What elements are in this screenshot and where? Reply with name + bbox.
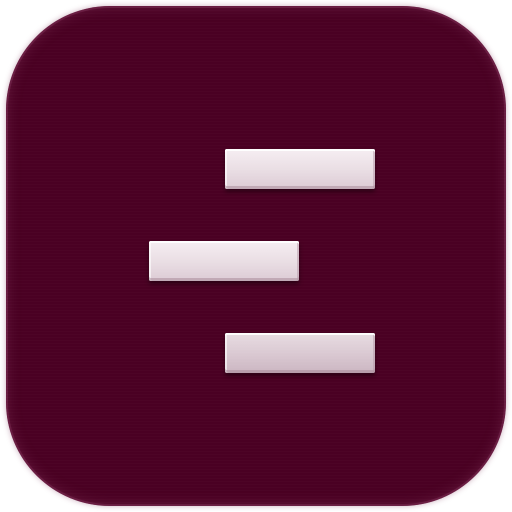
bar-bottom [225, 333, 375, 373]
bar-middle [149, 241, 299, 281]
bar-top [225, 149, 375, 189]
timeline-bars-icon[interactable] [6, 6, 506, 506]
icon-canvas [0, 0, 512, 512]
